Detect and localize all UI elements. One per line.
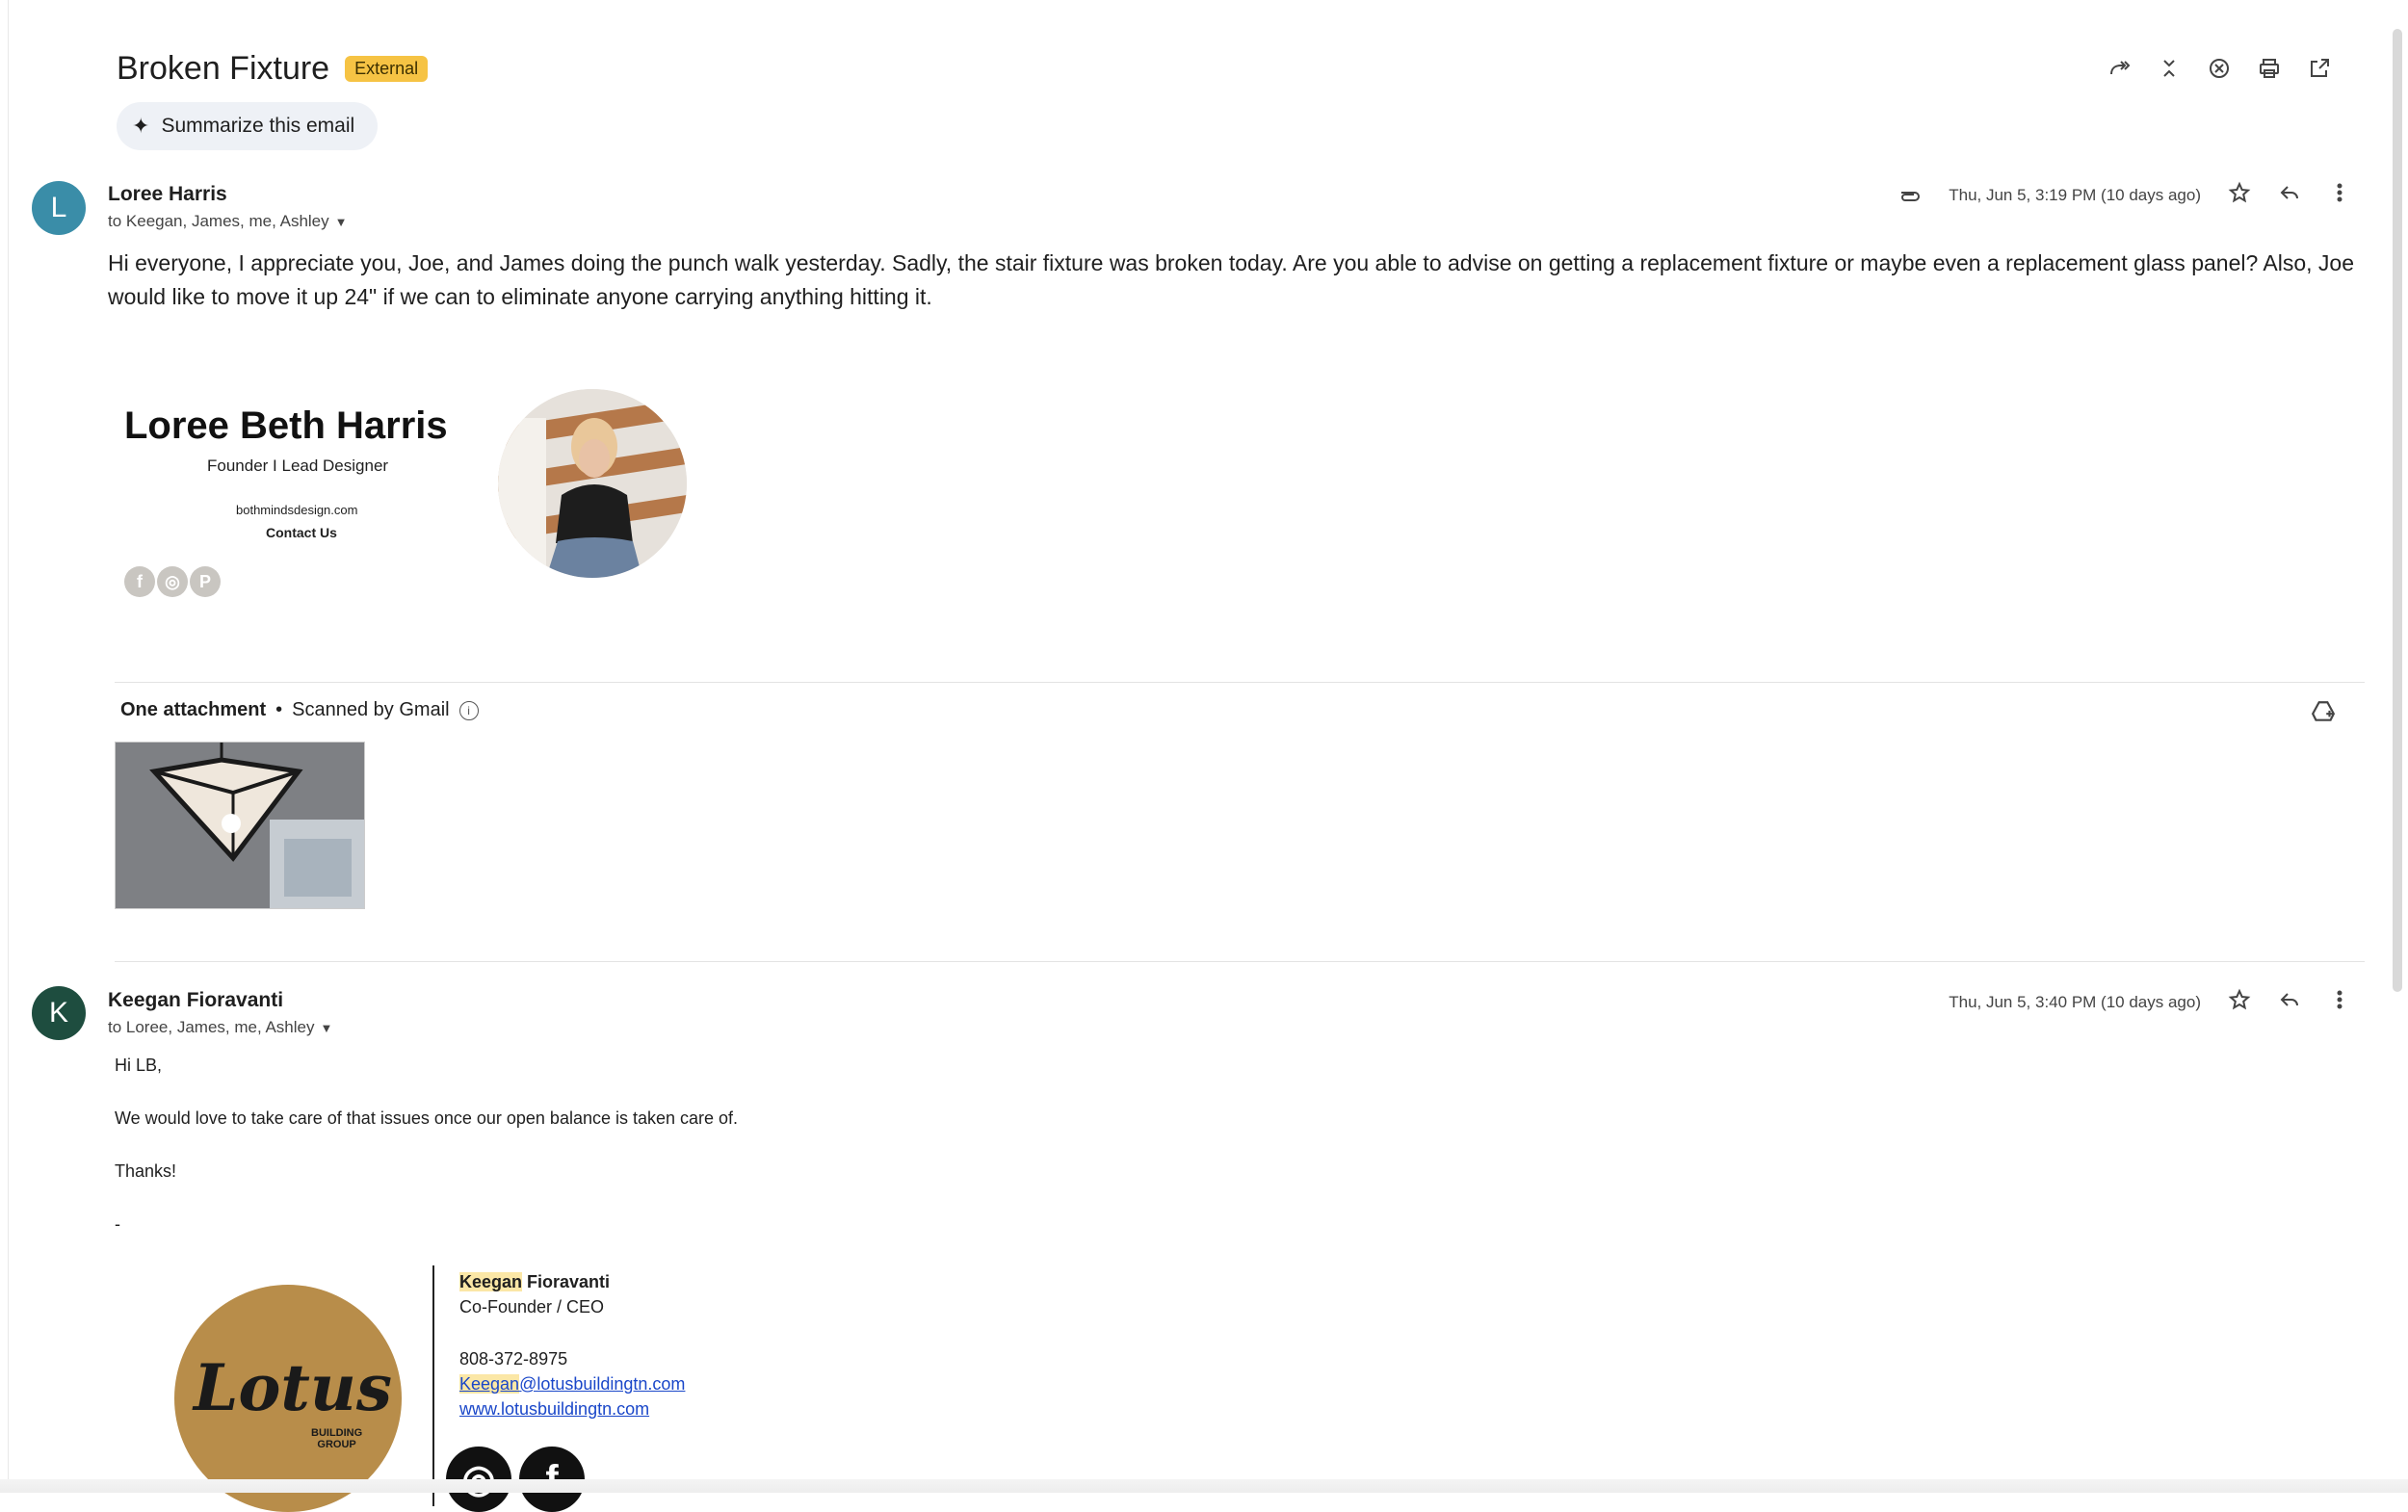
message-date: Thu, Jun 5, 3:19 PM (10 days ago): [1949, 185, 2201, 204]
recipients-line[interactable]: to Keegan, James, me, Ashley ▼: [108, 212, 348, 231]
signature-name: Loree Beth Harris: [124, 404, 448, 447]
star-icon[interactable]: [2228, 181, 2251, 209]
message-signoff: Thanks!: [115, 1161, 177, 1181]
sender-name[interactable]: Keegan Fioravanti: [108, 989, 283, 1012]
signature-website[interactable]: www.lotusbuildingtn.com: [459, 1396, 685, 1421]
reply-icon[interactable]: [2278, 181, 2301, 209]
signature-name: Keegan Fioravanti: [459, 1272, 611, 1291]
message-body: Hi everyone, I appreciate you, Joe, and …: [108, 250, 2354, 309]
attachment-thumbnail[interactable]: [115, 742, 365, 909]
signature-title: Co-Founder / CEO: [459, 1297, 605, 1316]
attachment-count: One attachment: [120, 699, 267, 720]
scrollbar[interactable]: [2385, 0, 2408, 1493]
social-links: f ◎ P: [124, 566, 221, 597]
message-body: We would love to take care of that issue…: [115, 1108, 739, 1128]
profile-photo: [498, 389, 687, 578]
scanned-label: Scanned by Gmail: [292, 699, 450, 720]
email-subject: Broken Fixture: [117, 50, 330, 87]
open-in-new-window-icon[interactable]: [2307, 56, 2332, 81]
print-icon[interactable]: [2257, 56, 2282, 81]
summarize-button[interactable]: ✦ Summarize this email: [117, 102, 379, 150]
signature-contact-link[interactable]: Contact Us: [266, 525, 337, 540]
signature-email[interactable]: Keegan@lotusbuildingtn.com: [459, 1371, 685, 1396]
pinterest-icon[interactable]: P: [190, 566, 221, 597]
sender-name[interactable]: Loree Harris: [108, 183, 227, 206]
more-options-icon[interactable]: [2328, 988, 2351, 1016]
chevron-down-icon[interactable]: ▼: [321, 1021, 333, 1035]
paperclip-icon: [1898, 181, 1922, 209]
instagram-icon[interactable]: ◎: [157, 566, 188, 597]
block-icon[interactable]: [2207, 56, 2232, 81]
scrollbar-thumb[interactable]: [2393, 29, 2402, 992]
signature-phone: 808-372-8975: [459, 1349, 568, 1369]
add-to-drive-icon[interactable]: [2311, 699, 2336, 724]
recipients-line[interactable]: to Loree, James, me, Ashley ▼: [108, 1018, 332, 1037]
star-icon[interactable]: [2228, 988, 2251, 1016]
summarize-label: Summarize this email: [161, 115, 355, 137]
collapse-all-icon[interactable]: [2157, 56, 2182, 81]
logo-subtitle: BUILDING GROUP: [311, 1427, 363, 1450]
signature-details: Keegan Fioravanti Co-Founder / CEO 808-3…: [459, 1269, 685, 1421]
chevron-down-icon[interactable]: ▼: [335, 215, 348, 229]
message-date: Thu, Jun 5, 3:40 PM (10 days ago): [1949, 992, 2201, 1011]
sparkle-icon: ✦: [132, 114, 150, 138]
divider: [115, 961, 2365, 962]
signature-role: Founder I Lead Designer: [207, 456, 389, 475]
bottom-edge: [0, 1479, 2408, 1493]
divider: [115, 682, 2365, 683]
separator-dot: •: [275, 699, 283, 720]
message-meta: Thu, Jun 5, 3:40 PM (10 days ago): [1949, 988, 2351, 1016]
signature-website[interactable]: bothmindsdesign.com: [236, 503, 357, 517]
external-badge: External: [345, 56, 429, 82]
email-signature: Loree Beth Harris Founder I Lead Designe…: [115, 366, 712, 616]
company-logo: Lotus BUILDING GROUP: [174, 1285, 402, 1512]
avatar[interactable]: K: [32, 986, 86, 1040]
signature-dash: -: [115, 1214, 120, 1234]
signature-divider: [432, 1265, 434, 1506]
forward-all-icon[interactable]: [2107, 56, 2132, 81]
message-meta: Thu, Jun 5, 3:19 PM (10 days ago): [1898, 181, 2351, 209]
more-options-icon[interactable]: [2328, 181, 2351, 209]
thread-toolbar: [2107, 56, 2332, 81]
avatar[interactable]: L: [32, 181, 86, 235]
recipients-text: to Keegan, James, me, Ashley: [108, 212, 329, 230]
facebook-icon[interactable]: f: [124, 566, 155, 597]
logo-wordmark: Lotus: [194, 1350, 393, 1425]
subject-row: Broken Fixture External: [117, 50, 429, 88]
email-reading-pane: Broken Fixture External ✦ Summarize this…: [8, 0, 2386, 1512]
recipients-text: to Loree, James, me, Ashley: [108, 1018, 315, 1036]
message-greeting: Hi LB,: [115, 1056, 163, 1075]
reply-icon[interactable]: [2278, 988, 2301, 1016]
info-icon[interactable]: i: [458, 700, 479, 720]
attachments-header: One attachment • Scanned by Gmail i: [120, 699, 479, 721]
